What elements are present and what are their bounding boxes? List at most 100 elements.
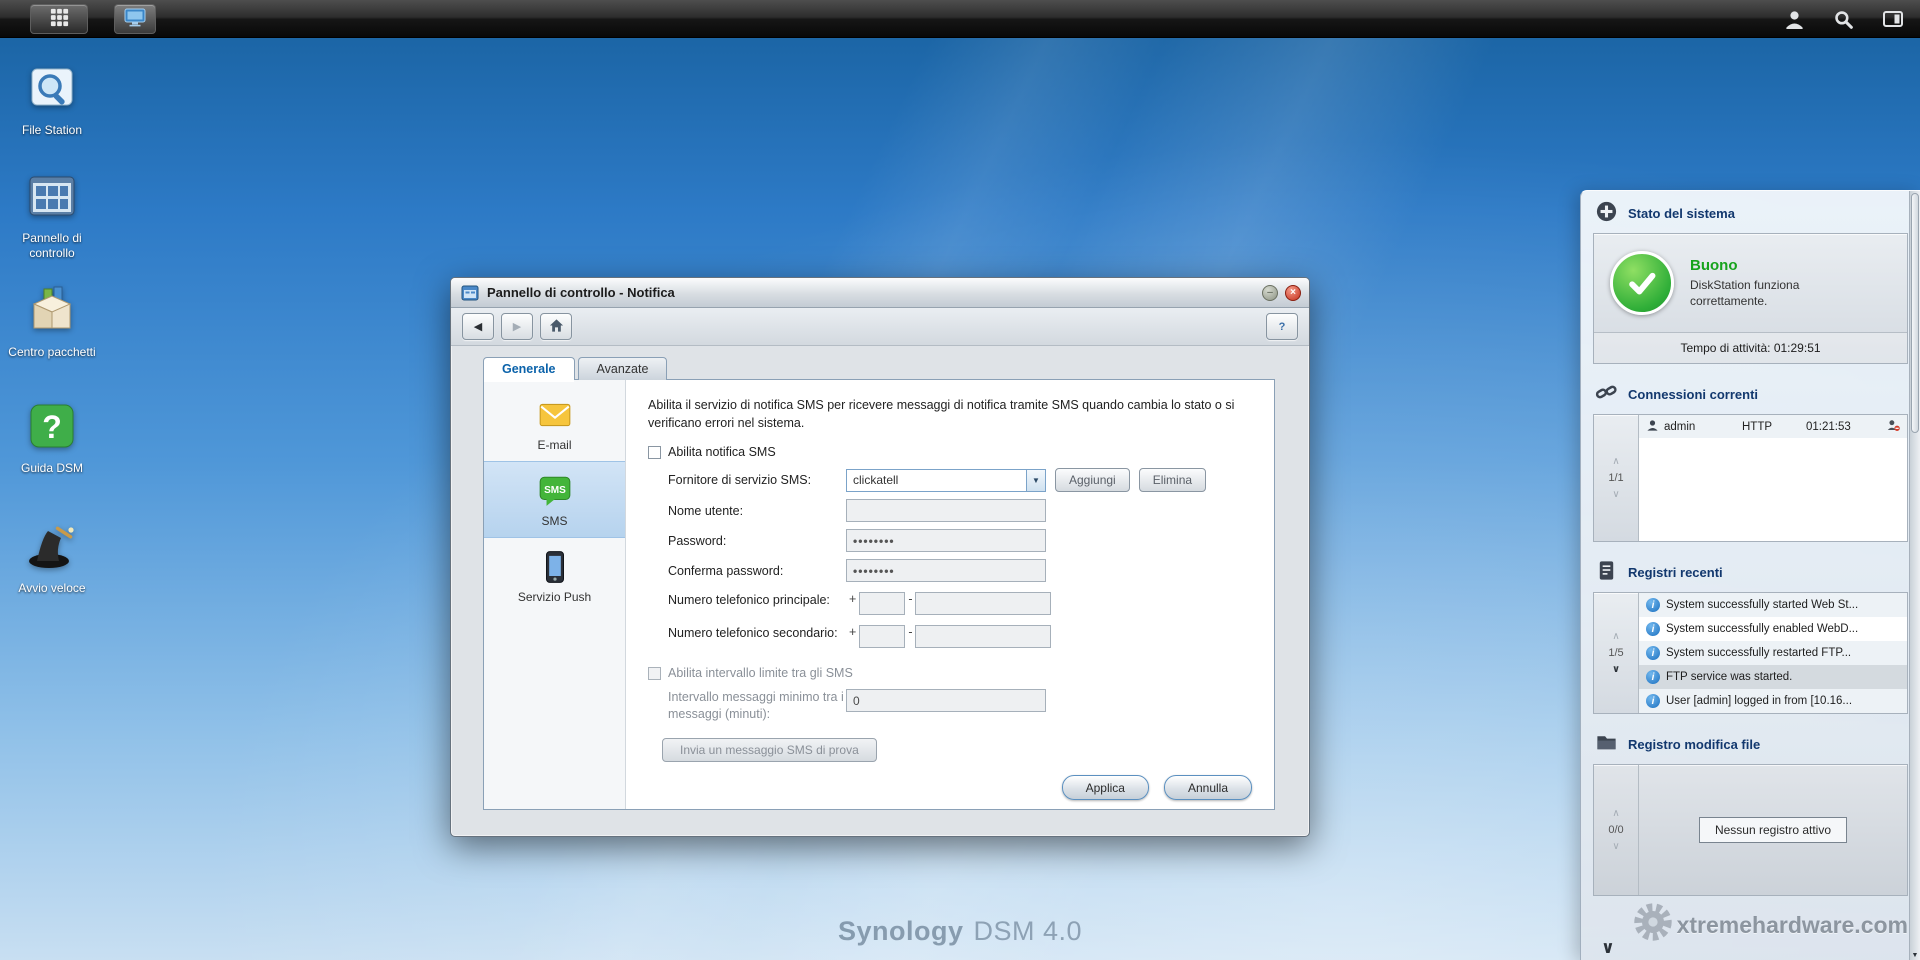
password-field[interactable] (846, 529, 1046, 553)
dsm-watermark: Synology DSM 4.0 (838, 916, 1082, 947)
info-icon: i (1646, 622, 1660, 636)
logs-page-indicator: 1/5 (1608, 647, 1624, 659)
interval-field[interactable] (846, 689, 1046, 713)
sms-provider-select[interactable]: clickatell ▼ (846, 468, 1046, 492)
desktop-icon-control-panel[interactable]: Pannello di controllo (2, 168, 102, 261)
widgets-panel-icon[interactable] (1882, 9, 1904, 29)
sidebar-item-sms[interactable]: SMS SMS (484, 461, 625, 538)
kick-user-icon[interactable] (1887, 419, 1900, 435)
scrollbar-down-arrow[interactable]: ▼ (1910, 952, 1920, 959)
password-label: Password: (668, 533, 727, 548)
phone-prefix: + (849, 625, 857, 640)
forward-button[interactable]: ▶ (501, 313, 533, 340)
connection-row[interactable]: admin HTTP 01:21:53 (1639, 415, 1907, 438)
uptime-text: Tempo di attività: 01:29:51 (1594, 332, 1907, 363)
help-button[interactable]: ? (1266, 313, 1298, 340)
confirm-password-field[interactable] (846, 559, 1046, 583)
sidebar-item-label: E-mail (537, 438, 572, 452)
desktop-icon-package-center[interactable]: Centro pacchetti (2, 282, 102, 360)
notification-sidebar: E-mail SMS SMS Servizio Push (484, 380, 626, 809)
username-label: Nome utente: (668, 503, 744, 518)
log-entry[interactable]: i System successfully enabled WebD... (1639, 617, 1907, 641)
enable-interval-label: Abilita intervallo limite tra gli SMS (668, 666, 853, 681)
no-active-log-label: Nessun registro attivo (1698, 817, 1848, 843)
panel-scroll-more-chevron[interactable]: ∨ (1601, 938, 1615, 958)
desktop-icon-dsm-help[interactable]: ? Guida DSM (2, 398, 102, 476)
sms-settings-form: Abilita il servizio di notifica SMS per … (626, 380, 1274, 809)
enable-interval-checkbox[interactable] (648, 666, 661, 680)
desktop-icon-file-station[interactable]: File Station (2, 60, 102, 138)
log-entry[interactable]: i User [admin] logged in from [10.16... (1639, 689, 1907, 713)
primary-phone-country-field[interactable] (859, 592, 906, 616)
connections-page-down[interactable]: ∨ (1612, 489, 1619, 500)
filelog-page-down[interactable]: ∨ (1612, 841, 1619, 852)
window-toolbar: ◀ ▶ ? (451, 308, 1309, 346)
log-text: User [admin] logged in from [10.16... (1666, 695, 1853, 707)
apply-button[interactable]: Applica (1061, 775, 1149, 800)
scrollbar-thumb[interactable] (1911, 193, 1919, 433)
show-desktop-button[interactable] (114, 4, 156, 34)
sms-description: Abilita il servizio di notifica SMS per … (648, 398, 1235, 431)
tab-bar: Generale Avanzate (483, 357, 670, 382)
smartphone-icon (488, 549, 621, 585)
log-entry[interactable]: i System successfully restarted FTP... (1639, 641, 1907, 665)
add-provider-button[interactable]: Aggiungi (1055, 468, 1130, 493)
provider-label: Fornitore di servizio SMS: (668, 473, 812, 488)
logs-page-down[interactable]: ∨ (1612, 664, 1620, 675)
connections-widget: ∧ 1/1 ∨ admin HTTP 01:21:53 (1593, 414, 1908, 542)
log-text: System successfully enabled WebD... (1666, 623, 1859, 635)
sidebar-item-label: Servizio Push (517, 590, 592, 604)
minimize-button[interactable]: – (1262, 284, 1278, 301)
main-menu-button[interactable] (30, 4, 88, 34)
send-test-sms-button[interactable]: Invia un messaggio SMS di prova (662, 737, 877, 762)
logs-page-up[interactable]: ∧ (1612, 631, 1619, 642)
close-button[interactable]: × (1285, 284, 1301, 301)
phone-separator: - (908, 625, 913, 640)
tab-generale[interactable]: Generale (483, 357, 575, 382)
user-menu-icon[interactable] (1784, 9, 1805, 30)
desktop-icon-quick-start[interactable]: Avvio veloce (2, 518, 102, 596)
window-title: Pannello di controllo - Notifica (487, 285, 675, 300)
system-status-widget: Buono DiskStation funziona correttamente… (1593, 233, 1908, 364)
window-icon (461, 284, 479, 302)
interval-label: Intervallo messaggi minimo tra i messagg… (668, 690, 844, 721)
file-station-icon (24, 68, 80, 119)
enable-sms-checkbox[interactable] (648, 445, 661, 459)
email-icon (488, 397, 621, 433)
recent-logs-widget: ∧ 1/5 ∨ i System successfully started We… (1593, 592, 1908, 714)
connections-page-indicator: 1/1 (1608, 472, 1624, 484)
phone-separator: - (908, 592, 913, 607)
cancel-button[interactable]: Annulla (1163, 775, 1252, 800)
username-field[interactable] (846, 499, 1046, 523)
window-titlebar[interactable]: Pannello di controllo - Notifica – × (451, 278, 1309, 308)
home-button[interactable] (540, 313, 572, 340)
delete-provider-button[interactable]: Elimina (1138, 468, 1207, 493)
primary-phone-field[interactable] (915, 592, 1052, 616)
status-description: DiskStation funziona correttamente. (1690, 277, 1800, 308)
site-watermark-text: xtremehardware.com (1676, 911, 1908, 938)
status-value: Buono (1690, 256, 1738, 274)
tab-avanzate[interactable]: Avanzate (577, 357, 668, 380)
connections-page-up[interactable]: ∧ (1612, 456, 1619, 467)
status-ok-icon (1610, 251, 1674, 315)
search-icon[interactable] (1833, 9, 1854, 30)
secondary-phone-field[interactable] (915, 625, 1052, 649)
provider-value: clickatell (853, 473, 899, 488)
home-icon (549, 318, 564, 336)
magic-hat-icon (24, 526, 80, 577)
panel-scrollbar[interactable]: ▼ (1909, 191, 1920, 960)
sidebar-item-email[interactable]: E-mail (484, 386, 625, 461)
secondary-phone-country-field[interactable] (859, 625, 906, 649)
back-button[interactable]: ◀ (462, 313, 494, 340)
widget-title-system-status: Stato del sistema (1628, 205, 1735, 221)
help-book-icon: ? (24, 404, 80, 457)
filelog-page-up[interactable]: ∧ (1612, 808, 1619, 819)
widget-title-recent-logs: Registri recenti (1628, 564, 1723, 580)
svg-text:?: ? (42, 409, 62, 445)
info-icon: i (1646, 694, 1660, 708)
log-text: System successfully restarted FTP... (1666, 647, 1852, 659)
control-panel-window: Pannello di controllo - Notifica – × ◀ ▶… (450, 277, 1310, 837)
sidebar-item-push-service[interactable]: Servizio Push (484, 538, 625, 613)
log-entry[interactable]: i System successfully started Web St... (1639, 593, 1907, 617)
log-entry[interactable]: i FTP service was started. (1639, 665, 1907, 689)
